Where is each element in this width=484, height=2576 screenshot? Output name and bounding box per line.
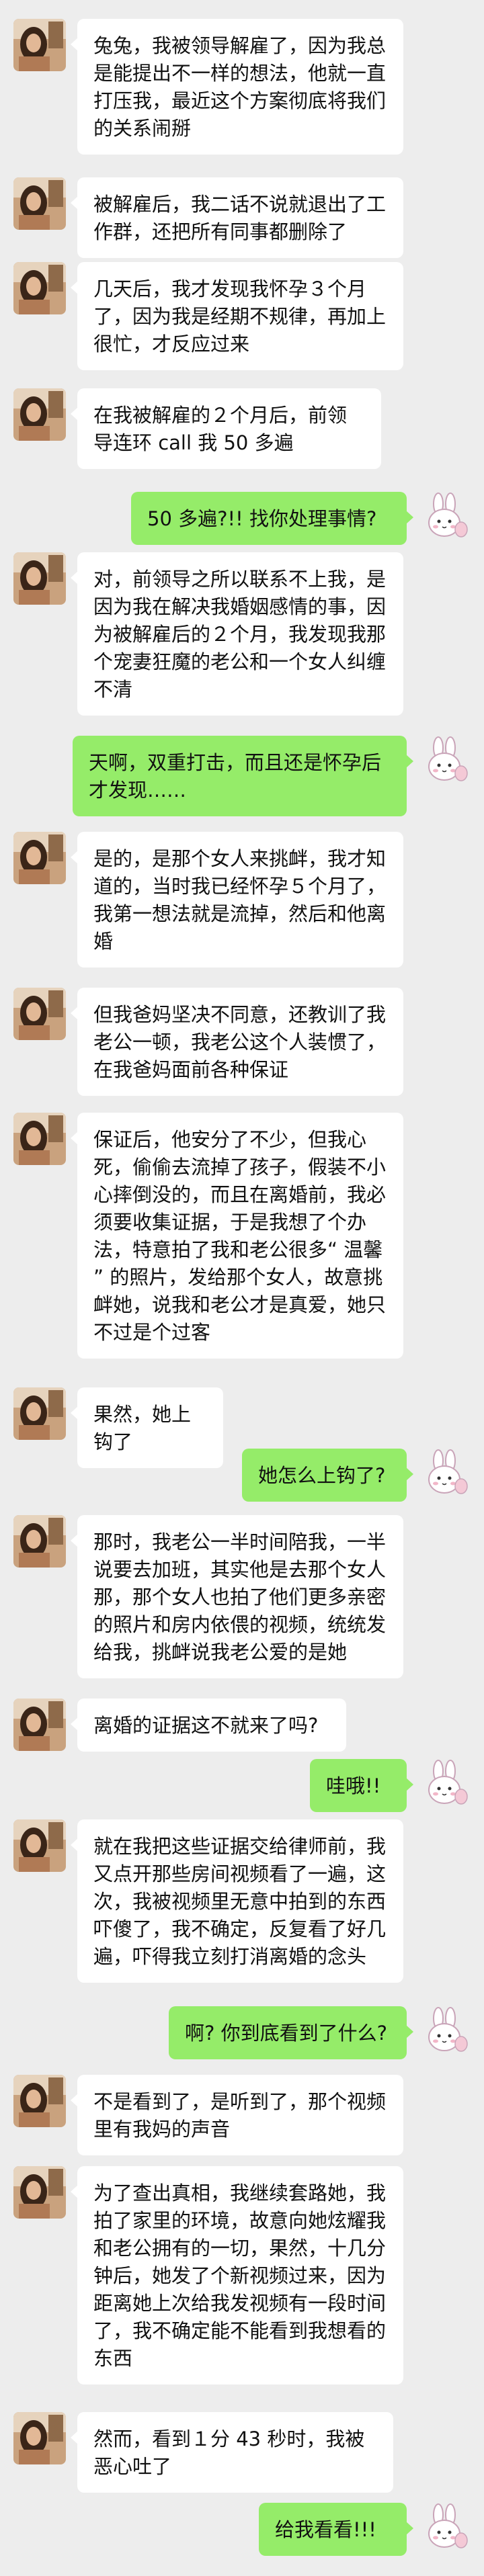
incoming-message: 不是看到了，是听到了，那个视频里有我妈的声音 bbox=[71, 2075, 403, 2155]
incoming-message: 就在我把这些证据交给律师前，我又点开那些房间视频看了一遍，这次，我被视频里无意中… bbox=[71, 1819, 403, 1983]
incoming-message: 是的，是那个女人来挑衅，我才知道的，当时我已经怀孕５个月了，我第一想法就是流掉，… bbox=[71, 832, 403, 968]
woman-avatar[interactable] bbox=[13, 2412, 66, 2464]
outgoing-message: 哇哦!! bbox=[310, 1759, 413, 1812]
chat-area: 兔兔，我被领导解雇了，因为我总是能提出不一样的想法，他就一直打压我，最近这个方案… bbox=[0, 0, 484, 2576]
woman-avatar[interactable] bbox=[13, 388, 66, 441]
rabbit-avatar[interactable] bbox=[418, 2503, 471, 2555]
outgoing-message: 她怎么上钩了? bbox=[242, 1449, 413, 1502]
incoming-message: 那时，我老公一半时间陪我，一半说要去加班，其实他是去那个女人那，那个女人也拍了他… bbox=[71, 1515, 403, 1678]
outgoing-message: 天啊，双重打击，而且还是怀孕后才发现…… bbox=[73, 736, 413, 816]
incoming-message: 对，前领导之所以联系不上我，是因为我在解决我婚姻感情的事，因为被解雇后的２个月，… bbox=[71, 552, 403, 716]
rabbit-avatar[interactable] bbox=[418, 2006, 471, 2059]
incoming-message: 然而，看到１分 43 秒时，我被恶心吐了 bbox=[71, 2412, 393, 2493]
rabbit-avatar[interactable] bbox=[418, 736, 471, 788]
incoming-message: 被解雇后，我二话不说就退出了工作群，还把所有同事都删除了 bbox=[71, 177, 403, 258]
woman-avatar[interactable] bbox=[13, 262, 66, 314]
incoming-message: 但我爸妈坚决不同意，还教训了我老公一顿，我老公这个人装惯了，在我爸妈面前各种保证 bbox=[71, 988, 403, 1096]
woman-avatar[interactable] bbox=[13, 2075, 66, 2127]
woman-avatar[interactable] bbox=[13, 177, 66, 230]
outgoing-message: 给我看看!!! bbox=[259, 2503, 413, 2556]
incoming-message: 在我被解雇的２个月后，前领导连环 call 我 50 多遍 bbox=[71, 388, 381, 469]
woman-avatar[interactable] bbox=[13, 1699, 66, 1751]
incoming-message: 保证后，他安分了不少，但我心死，偷偷去流掉了孩子，假装不小心摔倒没的，而且在离婚… bbox=[71, 1113, 403, 1359]
incoming-message: 果然，她上钩了 bbox=[71, 1387, 223, 1468]
outgoing-message: 50 多遍?!! 找你处理事情? bbox=[131, 492, 413, 545]
incoming-message: 几天后，我才发现我怀孕３个月了，因为我是经期不规律，再加上很忙，才反应过来 bbox=[71, 262, 403, 370]
rabbit-avatar[interactable] bbox=[418, 1449, 471, 1501]
woman-avatar[interactable] bbox=[13, 2166, 66, 2219]
woman-avatar[interactable] bbox=[13, 1819, 66, 1872]
outgoing-message: 啊? 你到底看到了什么? bbox=[169, 2006, 413, 2059]
woman-avatar[interactable] bbox=[13, 1387, 66, 1440]
woman-avatar[interactable] bbox=[13, 1515, 66, 1568]
woman-avatar[interactable] bbox=[13, 1113, 66, 1165]
woman-avatar[interactable] bbox=[13, 832, 66, 884]
rabbit-avatar[interactable] bbox=[418, 1759, 471, 1811]
incoming-message: 为了查出真相，我继续套路她，我拍了家里的环境，故意向她炫耀我和老公拥有的一切，果… bbox=[71, 2166, 403, 2385]
woman-avatar[interactable] bbox=[13, 19, 66, 71]
rabbit-avatar[interactable] bbox=[418, 492, 471, 544]
incoming-message: 兔兔，我被领导解雇了，因为我总是能提出不一样的想法，他就一直打压我，最近这个方案… bbox=[71, 19, 403, 155]
woman-avatar[interactable] bbox=[13, 988, 66, 1040]
woman-avatar[interactable] bbox=[13, 552, 66, 605]
incoming-message: 离婚的证据这不就来了吗? bbox=[71, 1699, 346, 1752]
